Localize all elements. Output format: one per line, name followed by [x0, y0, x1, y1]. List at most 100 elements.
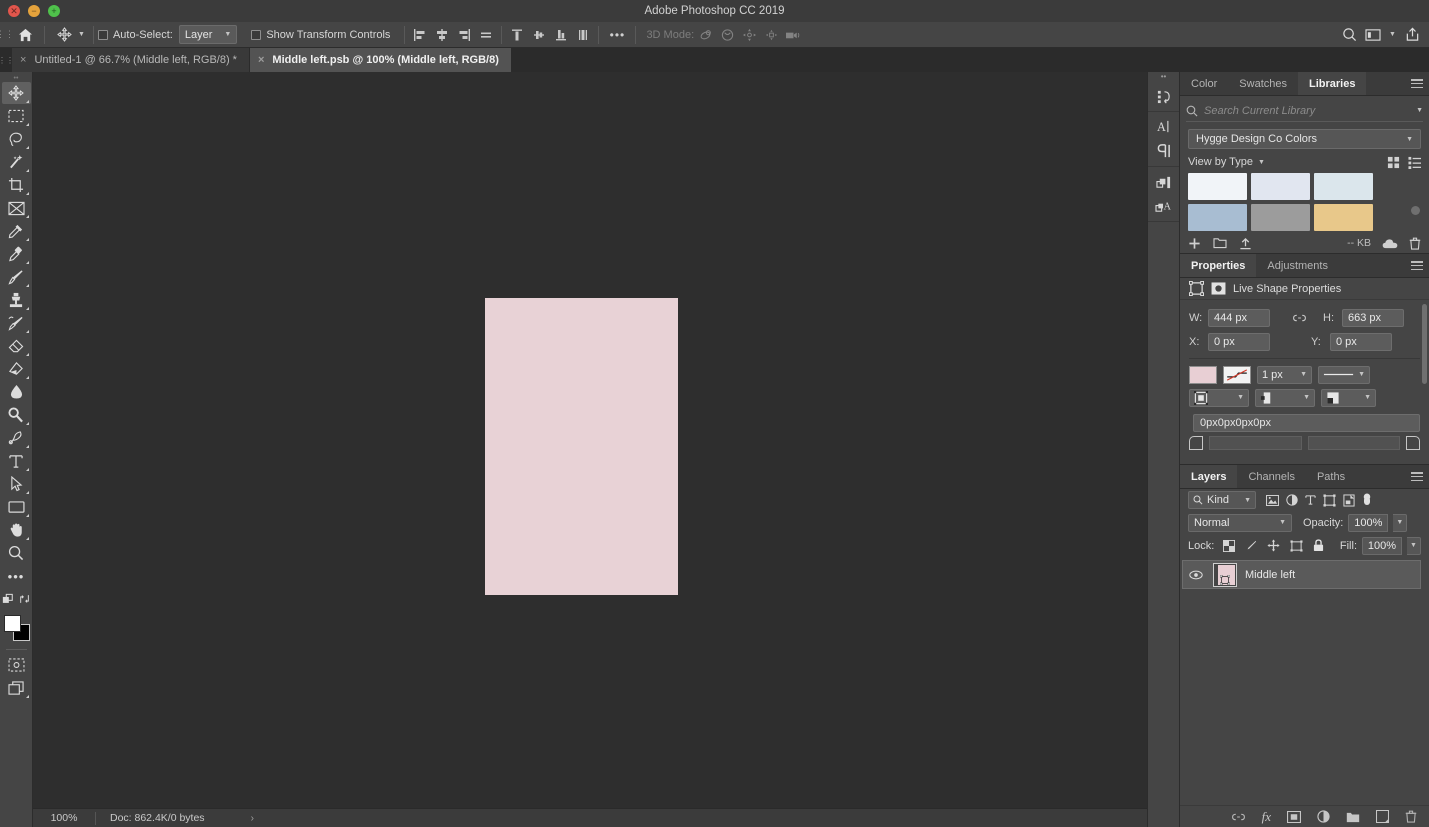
- height-input[interactable]: 663 px: [1342, 309, 1404, 327]
- layers-panel-menu-icon[interactable]: [1405, 465, 1429, 488]
- cloud-icon[interactable]: [1382, 238, 1398, 249]
- dodge-tool[interactable]: [2, 404, 31, 426]
- gradient-tool[interactable]: [2, 358, 31, 380]
- tab-paths[interactable]: Paths: [1306, 465, 1356, 488]
- document-tab-middle-left[interactable]: × Middle left.psb @ 100% (Middle left, R…: [250, 48, 512, 72]
- history-brush-tool[interactable]: [2, 312, 31, 334]
- delete-layer-icon[interactable]: [1405, 810, 1417, 823]
- lock-all-icon[interactable]: [1313, 539, 1324, 552]
- lock-artboard-icon[interactable]: [1290, 540, 1303, 552]
- home-icon[interactable]: [10, 22, 40, 48]
- move-tool[interactable]: [2, 82, 31, 104]
- distribute-horizontal-icon[interactable]: [572, 24, 594, 46]
- opacity-input[interactable]: 100%: [1348, 514, 1388, 532]
- distribute-top-edges-icon[interactable]: [506, 24, 528, 46]
- blend-mode-dropdown[interactable]: Normal ▼: [1188, 514, 1292, 532]
- chevron-down-icon[interactable]: ▼: [1386, 24, 1399, 46]
- stroke-width-input[interactable]: 1 px ▼: [1257, 366, 1312, 384]
- corner-radius-input[interactable]: 0px0px0px0px: [1193, 414, 1420, 432]
- add-layer-mask-icon[interactable]: [1287, 811, 1301, 823]
- workspace-icon[interactable]: [1362, 24, 1384, 46]
- library-swatch[interactable]: [1251, 204, 1310, 231]
- frame-tool[interactable]: [2, 197, 31, 219]
- distribute-bottom-edges-icon[interactable]: [550, 24, 572, 46]
- library-selector-dropdown[interactable]: Hygge Design Co Colors ▼: [1188, 129, 1421, 149]
- tab-libraries[interactable]: Libraries: [1298, 72, 1366, 95]
- tab-adjustments[interactable]: Adjustments: [1256, 254, 1339, 277]
- stroke-cap-dropdown[interactable]: ▼: [1255, 389, 1315, 407]
- add-icon[interactable]: [1188, 237, 1201, 250]
- filter-shape-icon[interactable]: [1323, 494, 1336, 507]
- library-swatch[interactable]: [1251, 173, 1310, 200]
- maximize-window-button[interactable]: +: [48, 5, 60, 17]
- filter-adjustment-icon[interactable]: [1286, 494, 1298, 506]
- corner-radius-field-1[interactable]: [1209, 436, 1302, 450]
- document-tab-untitled-1[interactable]: × Untitled-1 @ 66.7% (Middle left, RGB/8…: [12, 48, 250, 72]
- edit-toolbar-tool[interactable]: •••: [2, 565, 31, 587]
- minimize-window-button[interactable]: −: [28, 5, 40, 17]
- opacity-stepper-chevron[interactable]: ▼: [1393, 514, 1407, 532]
- stroke-corner-dropdown[interactable]: ▼: [1321, 389, 1376, 407]
- active-tool-move[interactable]: ▼: [49, 24, 89, 46]
- paragraph-icon[interactable]: [1149, 139, 1178, 163]
- no-stroke-icon[interactable]: [1223, 366, 1251, 384]
- filter-toggle-icon[interactable]: [1362, 493, 1372, 507]
- layer-target-dropdown[interactable]: Layer ▼: [179, 25, 237, 44]
- rectangular-marquee-tool[interactable]: [2, 105, 31, 127]
- corner-radius-field-2[interactable]: [1308, 436, 1401, 450]
- layer-comps-icon[interactable]: [1149, 170, 1178, 194]
- lock-image-pixels-icon[interactable]: [1245, 540, 1257, 552]
- chevron-down-icon[interactable]: ▼: [1258, 159, 1265, 166]
- change-screen-mode-toggle[interactable]: [2, 588, 31, 610]
- corner-radius-right-icon[interactable]: [1406, 436, 1420, 450]
- library-asset-grid[interactable]: [1188, 173, 1421, 231]
- auto-select-checkbox[interactable]: [98, 30, 108, 40]
- rectangle-tool[interactable]: [2, 496, 31, 518]
- new-adjustment-layer-icon[interactable]: [1317, 810, 1330, 823]
- hand-tool[interactable]: [2, 519, 31, 541]
- corner-radius-left-icon[interactable]: [1189, 436, 1203, 450]
- link-layers-icon[interactable]: [1231, 812, 1246, 822]
- horizontal-type-tool[interactable]: [2, 450, 31, 472]
- blur-tool[interactable]: [2, 381, 31, 403]
- align-top-edges-icon[interactable]: [475, 24, 497, 46]
- eyedropper-tool[interactable]: [2, 220, 31, 242]
- chevron-down-icon[interactable]: ▼: [1416, 107, 1423, 114]
- show-transform-controls-checkbox[interactable]: [251, 30, 261, 40]
- tab-channels[interactable]: Channels: [1237, 465, 1305, 488]
- library-swatch[interactable]: [1314, 204, 1373, 231]
- filter-pixel-icon[interactable]: [1266, 495, 1279, 506]
- stroke-style-dropdown[interactable]: ▼: [1318, 366, 1370, 384]
- share-icon[interactable]: [1401, 24, 1423, 46]
- trash-icon[interactable]: [1409, 237, 1421, 250]
- fill-stepper-chevron[interactable]: ▼: [1407, 537, 1421, 555]
- library-swatch[interactable]: [1188, 173, 1247, 200]
- character-icon[interactable]: A: [1149, 115, 1178, 139]
- crop-tool[interactable]: [2, 174, 31, 196]
- close-icon[interactable]: ×: [258, 55, 264, 66]
- filter-type-icon[interactable]: [1305, 494, 1316, 506]
- fill-color-swatch[interactable]: [1189, 366, 1217, 384]
- fill-input[interactable]: 100%: [1362, 537, 1402, 555]
- tab-color[interactable]: Color: [1180, 72, 1228, 95]
- align-horizontal-centers-icon[interactable]: [431, 24, 453, 46]
- magic-wand-tool[interactable]: [2, 151, 31, 173]
- chevron-down-icon[interactable]: ▼: [78, 31, 85, 38]
- zoom-tool[interactable]: [2, 542, 31, 564]
- foreground-color-swatch[interactable]: [4, 615, 21, 632]
- zoom-level[interactable]: 100%: [33, 812, 95, 824]
- tab-layers[interactable]: Layers: [1180, 465, 1237, 488]
- new-group-icon[interactable]: [1346, 811, 1360, 823]
- spot-healing-brush-tool[interactable]: [2, 243, 31, 265]
- search-input[interactable]: [1204, 105, 1410, 117]
- properties-panel-menu-icon[interactable]: [1405, 254, 1429, 277]
- library-swatch[interactable]: [1314, 173, 1373, 200]
- width-input[interactable]: 444 px: [1208, 309, 1270, 327]
- more-options-button[interactable]: •••: [603, 24, 631, 46]
- layer-row-middle-left[interactable]: Middle left: [1182, 560, 1421, 589]
- close-icon[interactable]: ×: [20, 55, 26, 66]
- close-window-button[interactable]: ✕: [8, 5, 20, 17]
- add-layer-style-icon[interactable]: fx: [1262, 809, 1271, 825]
- lock-position-icon[interactable]: [1267, 539, 1280, 552]
- brush-tool[interactable]: [2, 266, 31, 288]
